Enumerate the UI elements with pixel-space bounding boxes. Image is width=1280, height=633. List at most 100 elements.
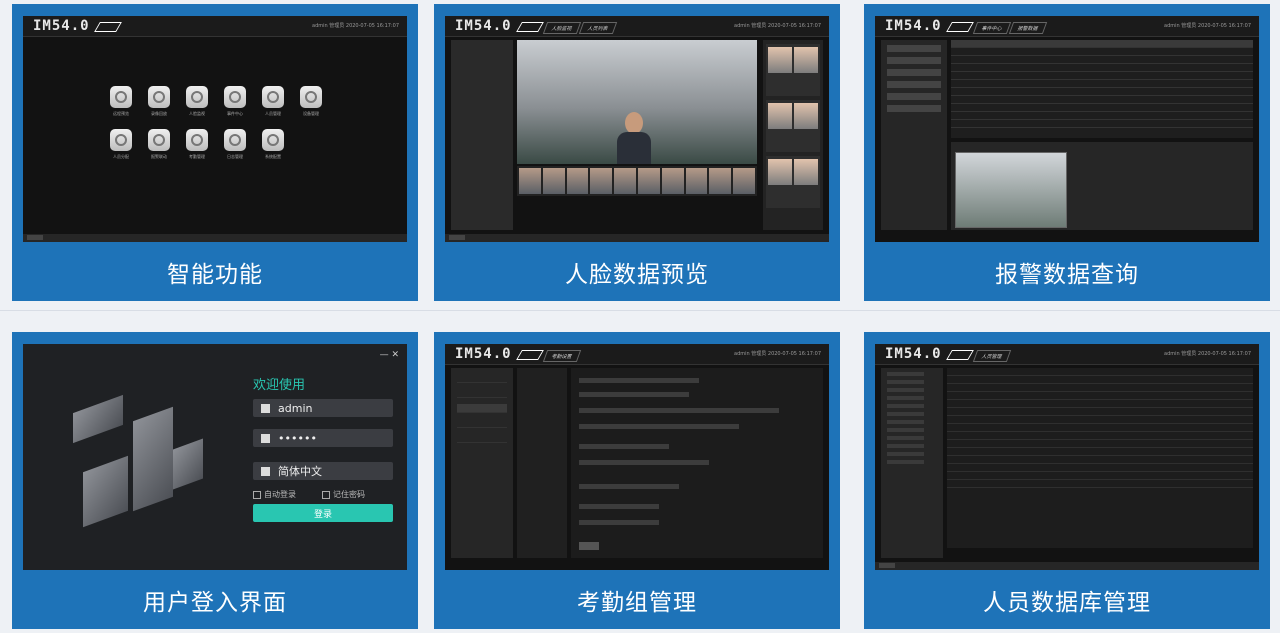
capture-thumb[interactable] <box>590 168 613 194</box>
tree-node[interactable] <box>887 436 925 440</box>
card-smart-functions[interactable]: IM54.0 admin 管理员 2020-07-05 16:17:07 远程预… <box>12 4 418 301</box>
card-personnel[interactable]: IM54.0 人员管理 admin 管理员 2020-07-05 16:17:0… <box>864 332 1270 629</box>
bottom-button[interactable] <box>449 235 465 240</box>
match-card[interactable] <box>766 44 820 96</box>
device-tree-panel[interactable] <box>451 40 513 230</box>
capture-thumb[interactable] <box>519 168 541 194</box>
table-row[interactable] <box>947 472 1253 480</box>
capture-thumb[interactable] <box>709 168 732 194</box>
table-row[interactable] <box>951 64 1253 72</box>
app-item[interactable]: 考勤管理 <box>181 129 213 160</box>
table-row[interactable] <box>947 384 1253 392</box>
password-field[interactable]: •••••• <box>253 429 393 447</box>
nav-item[interactable] <box>457 374 507 383</box>
save-button[interactable] <box>579 542 599 550</box>
table-row[interactable] <box>947 456 1253 464</box>
tab-face-monitor[interactable]: 人脸监视 <box>542 22 582 34</box>
tree-node[interactable] <box>887 380 925 384</box>
card-login[interactable]: — ✕ 欢迎使用 admin •••••• 简体中文 自动登录 记住密码 登录 … <box>12 332 418 629</box>
table-row[interactable] <box>951 56 1253 64</box>
nav-item[interactable] <box>457 419 507 428</box>
capture-thumb[interactable] <box>685 168 708 194</box>
form-row[interactable] <box>579 444 669 449</box>
username-field[interactable]: admin <box>253 399 393 417</box>
filter-control[interactable] <box>887 81 941 88</box>
capture-thumb[interactable] <box>637 168 660 194</box>
card-alarm-query[interactable]: IM54.0 事件中心 报警数据 admin 管理员 2020-07-05 16… <box>864 4 1270 301</box>
card-attendance[interactable]: IM54.0 考勤设置 admin 管理员 2020-07-05 16:17:0… <box>434 332 840 629</box>
app-item[interactable]: 设备管理 <box>295 86 327 117</box>
table-row[interactable] <box>947 408 1253 416</box>
app-item[interactable]: 人员管理 <box>257 86 289 117</box>
card-face-preview[interactable]: IM54.0 人脸监视 人员列表 admin 管理员 2020-07-05 16… <box>434 4 840 301</box>
tree-node[interactable] <box>887 388 925 392</box>
close-button[interactable]: ✕ <box>391 350 399 360</box>
table-row[interactable] <box>951 104 1253 112</box>
tab-attendance-settings[interactable]: 考勤设置 <box>542 350 582 362</box>
login-button[interactable]: 登录 <box>253 504 393 522</box>
filter-control[interactable] <box>887 57 941 64</box>
app-item[interactable]: 系统配置 <box>257 129 289 160</box>
app-item[interactable]: 远程预览 <box>105 86 137 117</box>
capture-strip[interactable] <box>517 166 757 196</box>
filter-control[interactable] <box>887 105 941 112</box>
table-row[interactable] <box>947 376 1253 384</box>
alarm-snapshot[interactable] <box>955 152 1067 228</box>
table-row[interactable] <box>951 80 1253 88</box>
tree-node[interactable] <box>887 396 925 400</box>
table-row[interactable] <box>947 464 1253 472</box>
auto-login-checkbox[interactable]: 自动登录 <box>253 489 296 500</box>
app-item[interactable]: 日志管理 <box>219 129 251 160</box>
remember-password-checkbox[interactable]: 记住密码 <box>322 489 365 500</box>
form-row[interactable] <box>579 520 659 525</box>
table-row[interactable] <box>947 440 1253 448</box>
capture-thumb[interactable] <box>733 168 755 194</box>
table-row[interactable] <box>951 112 1253 120</box>
filter-control[interactable] <box>887 45 941 52</box>
tree-node[interactable] <box>887 428 925 432</box>
app-item[interactable]: 报警联动 <box>143 129 175 160</box>
nav-item[interactable] <box>457 389 507 398</box>
table-row[interactable] <box>947 368 1253 376</box>
match-card[interactable] <box>766 100 820 152</box>
table-row[interactable] <box>951 96 1253 104</box>
language-select[interactable]: 简体中文 <box>253 462 393 480</box>
table-row[interactable] <box>951 88 1253 96</box>
capture-thumb[interactable] <box>661 168 684 194</box>
tree-node[interactable] <box>887 372 925 376</box>
tree-node[interactable] <box>887 452 925 456</box>
form-row[interactable] <box>579 484 679 489</box>
tree-node[interactable] <box>887 404 925 408</box>
tab-alarm-data[interactable]: 报警数据 <box>1008 22 1048 34</box>
capture-thumb[interactable] <box>542 168 565 194</box>
table-row[interactable] <box>947 392 1253 400</box>
tab-person-list[interactable]: 人员列表 <box>578 22 618 34</box>
match-card[interactable] <box>766 156 820 208</box>
capture-thumb[interactable] <box>614 168 636 194</box>
tab-personnel-management[interactable]: 人员管理 <box>972 350 1012 362</box>
filter-control[interactable] <box>887 93 941 100</box>
tab-event-center[interactable]: 事件中心 <box>972 22 1012 34</box>
table-row[interactable] <box>947 448 1253 456</box>
tree-node[interactable] <box>887 420 925 424</box>
group-list[interactable] <box>517 368 567 558</box>
filter-control[interactable] <box>887 69 941 76</box>
live-video[interactable] <box>517 40 757 164</box>
app-item[interactable]: 录像回放 <box>143 86 175 117</box>
bottom-button[interactable] <box>27 235 43 240</box>
table-row[interactable] <box>951 48 1253 56</box>
app-item[interactable]: 事件中心 <box>219 86 251 117</box>
minimize-button[interactable]: — <box>380 350 389 360</box>
capture-thumb[interactable] <box>566 168 589 194</box>
table-row[interactable] <box>947 480 1253 488</box>
nav-item[interactable] <box>457 434 507 443</box>
table-row[interactable] <box>947 416 1253 424</box>
form-row[interactable] <box>579 424 739 429</box>
form-row[interactable] <box>579 460 709 465</box>
pagination[interactable] <box>947 550 1253 558</box>
table-row[interactable] <box>947 400 1253 408</box>
nav-item[interactable] <box>457 404 507 413</box>
tree-node[interactable] <box>887 460 925 464</box>
form-row[interactable] <box>579 408 779 413</box>
app-item[interactable]: 人脸监视 <box>181 86 213 117</box>
